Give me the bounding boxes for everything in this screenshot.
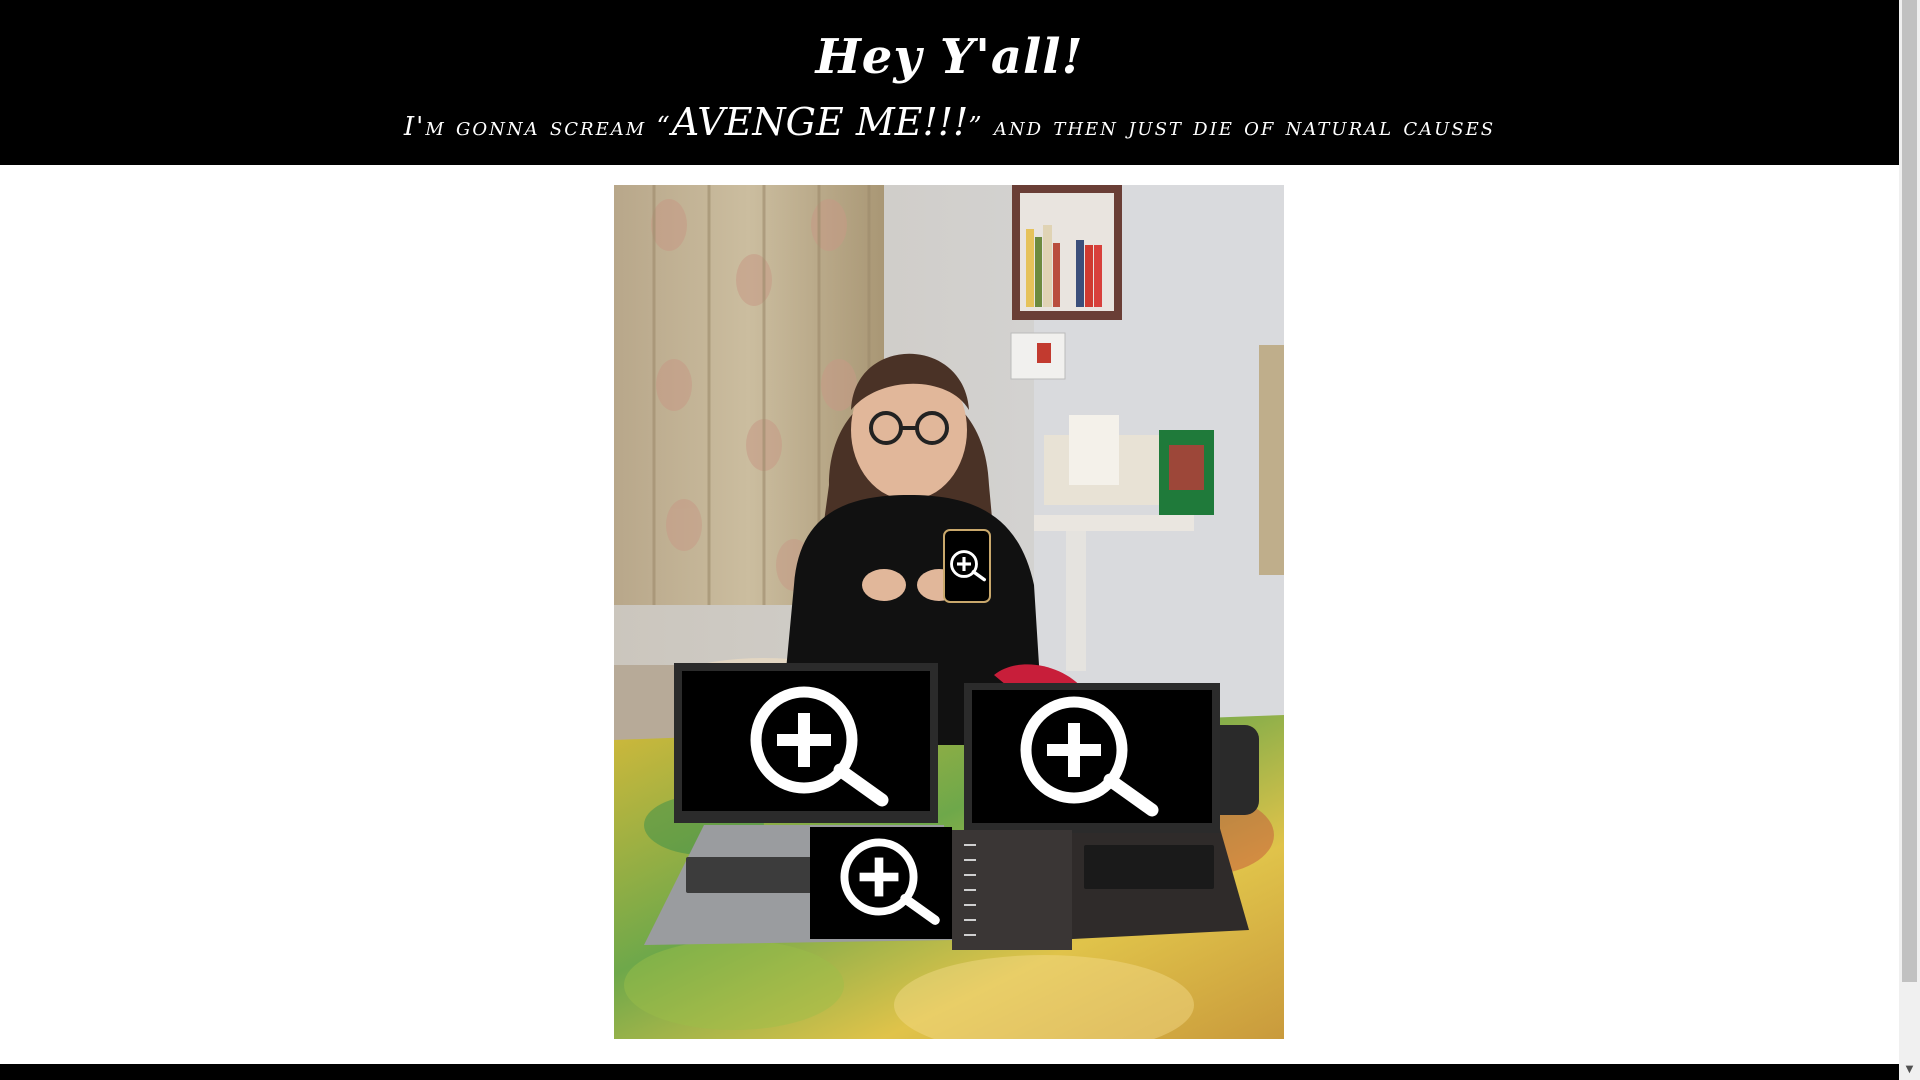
scrollbar-thumb[interactable] xyxy=(1902,0,1917,982)
phone-zoom-spot[interactable] xyxy=(943,529,991,603)
page-title: Hey Y'all! xyxy=(815,29,1084,85)
scroll-down-arrow-icon[interactable]: ▼ xyxy=(1899,1060,1920,1080)
footer-bar xyxy=(0,1064,1899,1080)
subtitle-after: ” and then just die of natural causes xyxy=(968,112,1496,142)
hero-photo-illustration xyxy=(614,185,1284,1039)
hero-photo xyxy=(614,185,1284,1039)
site-header: Hey Y'all! I'm gonna scream “AVENGE ME!!… xyxy=(0,0,1899,165)
page-subtitle: I'm gonna scream “AVENGE ME!!!” and then… xyxy=(0,96,1899,153)
vertical-scrollbar[interactable]: ▼ xyxy=(1899,0,1920,1080)
subtitle-before: I'm gonna scream “ xyxy=(403,112,672,142)
page: Hey Y'all! I'm gonna scream “AVENGE ME!!… xyxy=(0,0,1899,1080)
subtitle-shout: AVENGE ME!!! xyxy=(671,100,969,144)
